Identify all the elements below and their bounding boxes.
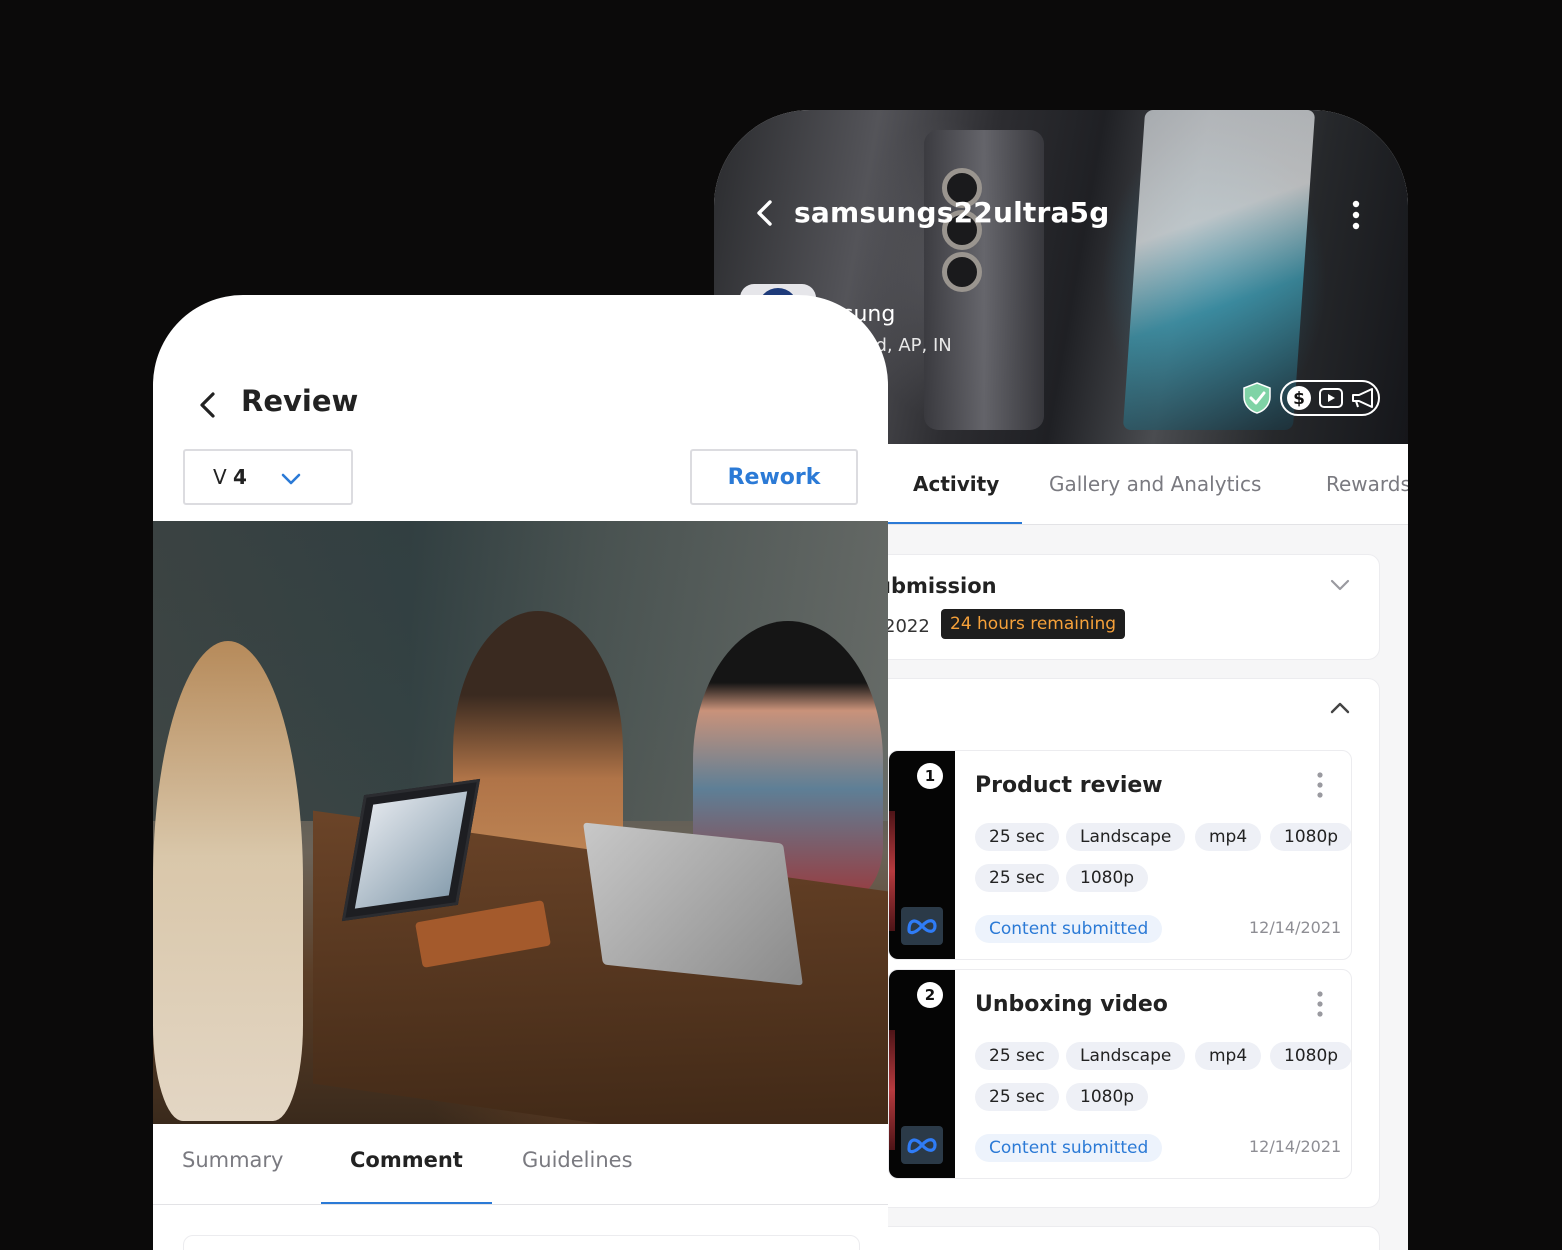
deliverable-date: 12/14/2021 — [1249, 1137, 1342, 1156]
tab-comment[interactable]: Comment — [350, 1148, 463, 1172]
rework-button[interactable]: Rework — [690, 449, 858, 505]
spec-chip: 25 sec — [975, 1042, 1059, 1070]
time-remaining-badge: 24 hours remaining — [941, 609, 1126, 639]
spec-chip: mp4 — [1195, 1042, 1262, 1070]
more-vertical-icon[interactable] — [1315, 990, 1325, 1018]
tab-gallery-analytics[interactable]: Gallery and Analytics — [1049, 472, 1261, 496]
version-select[interactable]: V 4 — [183, 449, 353, 505]
photo-person-left — [153, 641, 303, 1121]
chevron-down-icon[interactable] — [1330, 579, 1350, 591]
more-vertical-icon[interactable] — [1315, 771, 1325, 799]
back-arrow-icon[interactable] — [197, 391, 219, 419]
submission-media-image[interactable] — [153, 521, 888, 1124]
spec-chip: 1080p — [1066, 864, 1149, 892]
version-number: 4 — [233, 465, 247, 489]
back-arrow-icon[interactable] — [752, 198, 778, 228]
hero-phone-screen — [1122, 110, 1316, 430]
submission-date: 2022 — [884, 616, 930, 637]
deliverable-index: 2 — [917, 982, 943, 1008]
deliverable-title: Product review — [975, 773, 1163, 798]
spec-chip: Landscape — [1066, 1042, 1186, 1070]
photo-laptop — [583, 822, 803, 986]
version-prefix: V — [213, 465, 227, 489]
svg-text:$: $ — [1293, 389, 1305, 409]
tab-rewards[interactable]: Rewards — [1326, 472, 1408, 496]
spec-chip: 25 sec — [975, 1083, 1059, 1111]
submission-title: ubmission — [876, 574, 997, 598]
spec-chip: 1080p — [1270, 1042, 1351, 1070]
hero-phone-back — [924, 130, 1044, 430]
campaign-type-badges: $ — [1280, 380, 1380, 416]
dollar-icon: $ — [1287, 386, 1311, 410]
review-screen: Review V 4 Rework Summary Comment Guidel… — [153, 295, 888, 1250]
campaign-title: samsungs22ultra5g — [794, 196, 1110, 229]
spec-chip: mp4 — [1195, 823, 1262, 851]
video-icon — [1319, 388, 1343, 408]
shield-check-icon — [1243, 382, 1271, 414]
status-badge: Content submitted — [975, 915, 1163, 943]
spec-chip: 25 sec — [975, 823, 1059, 851]
spec-chip: 1080p — [1066, 1083, 1149, 1111]
more-vertical-icon[interactable] — [1348, 198, 1364, 232]
tab-activity[interactable]: Activity — [913, 472, 999, 496]
chevron-down-icon — [281, 473, 301, 485]
meta-icon — [901, 1126, 943, 1164]
deliverable-item[interactable]: 1 Product review 25 sec Landscape mp4 10… — [888, 750, 1352, 960]
next-section-card[interactable] — [854, 1226, 1380, 1250]
meta-icon — [901, 907, 943, 945]
deliverable-index: 1 — [917, 763, 943, 789]
active-tab-indicator — [874, 522, 1022, 524]
active-tab-indicator — [321, 1202, 492, 1204]
deliverable-item[interactable]: 2 Unboxing video 25 sec Landscape mp4 10… — [888, 969, 1352, 1179]
spec-chip: Landscape — [1066, 823, 1186, 851]
spec-chip: 1080p — [1270, 823, 1351, 851]
deliverable-date: 12/14/2021 — [1249, 918, 1342, 937]
tab-guidelines[interactable]: Guidelines — [522, 1148, 633, 1172]
page-title: Review — [241, 384, 359, 418]
submission-card[interactable] — [854, 554, 1380, 660]
megaphone-icon — [1352, 388, 1373, 408]
chevron-up-icon[interactable] — [1330, 702, 1350, 714]
review-tabs: Summary Comment Guidelines — [153, 1124, 888, 1205]
tab-summary[interactable]: Summary — [182, 1148, 283, 1172]
spec-chip: 25 sec — [975, 864, 1059, 892]
hero-camera-lens — [942, 252, 982, 292]
comment-card — [183, 1235, 860, 1250]
deliverable-title: Unboxing video — [975, 992, 1168, 1017]
status-badge: Content submitted — [975, 1134, 1163, 1162]
